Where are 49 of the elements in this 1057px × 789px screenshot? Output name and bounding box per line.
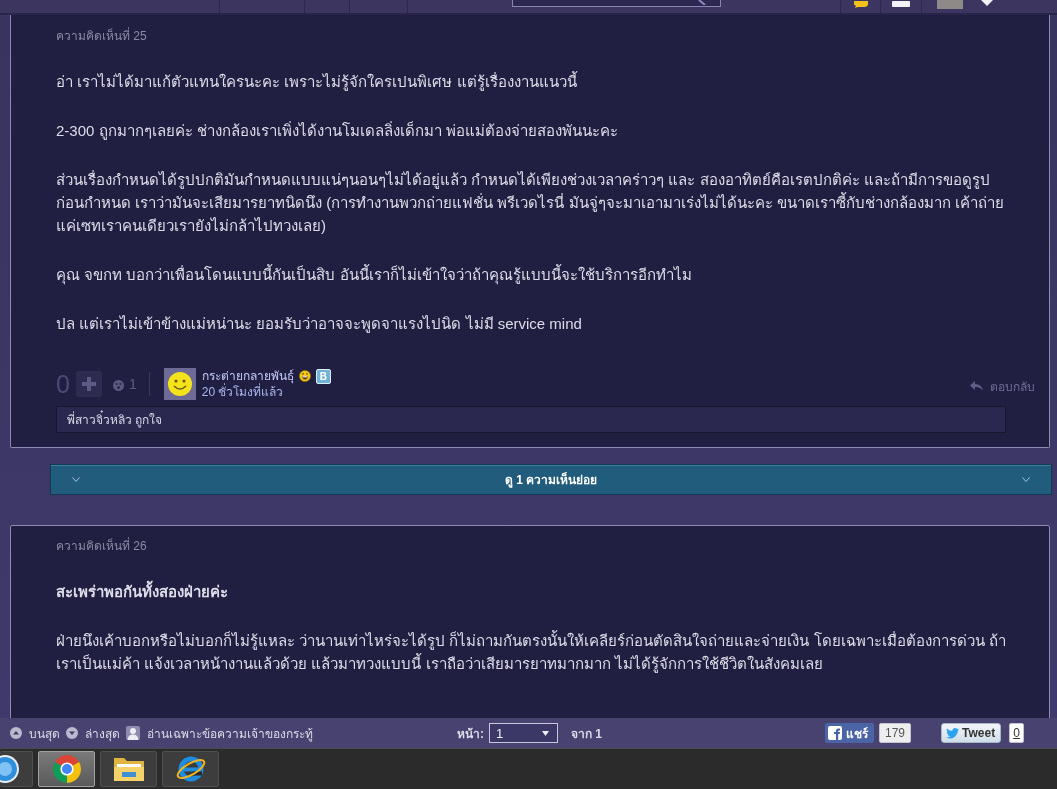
disc-icon bbox=[0, 754, 20, 784]
author-name-link[interactable]: กระต่ายกลายพันธุ์ bbox=[201, 368, 294, 384]
share-count: 179 bbox=[879, 723, 912, 743]
reaction-note: พี่สาวจิ๋วหลิว ถูกใจ bbox=[56, 406, 1006, 433]
vote-button[interactable] bbox=[75, 371, 102, 397]
page-label: หน้า: bbox=[457, 725, 484, 743]
post-time: 20 ชั่วโมงที่แล้ว bbox=[201, 384, 284, 400]
surprised-face-icon[interactable] bbox=[112, 379, 124, 391]
comment-paragraph: 2-300 ถูกมากๆเลยค่ะ ช่างกล้องเราเพิ่งได้งานโมเดลลิ่งเด็กมา พ่อแม่ต้องจ่ายสองพันนะคะ bbox=[56, 120, 619, 142]
comment-paragraph: อ่า เราไม่ได้มาแก้ตัวแทนใครนะคะ เพราะไม่รู้จักใครเปนพิเศษ แต่รู้เรื่องงานแนวนี้ bbox=[56, 70, 579, 93]
comment-paragraph: คุณ จขกท บอกว่าเพื่อนโดนแบบนี้กันเป็นสิบ อันนี้เราก็ไม่เข้าใจว่าถ้าคุณรู้แบบนี้จะใช้บริการอีกทำไม bbox=[56, 263, 693, 286]
search-field[interactable] bbox=[512, 0, 721, 7]
person-icon bbox=[126, 726, 140, 740]
caret-icon[interactable] bbox=[981, 0, 993, 6]
bird-icon bbox=[946, 727, 960, 739]
taskbar-app-button[interactable] bbox=[0, 751, 33, 787]
comment-paragraph: ฝ่ายนึงเค้าบอกหรือไม่บอกก็ไม่รู้แหละ ว่านานเท่าไหร่จะได้รูป ก็ไม่ถามกันตรงนั้นให้เคลียร์ก่อนตัดสินใจถ่ายและจ่ายเงิน โดยเฉพาะเมื่อต้องการด่วน ถ้าเราเป็นแม่ค้า แจ้งเวลาหน้างานแล้วด้วย แล้วมาทวงแบบนี้ เราถือว่าเสียมารยาทมากมาก ไม่ได้รู้จักการใช้ชีวิตในสังคมเลย bbox=[56, 629, 1006, 675]
comment-paragraph: ปล แต่เราไม่เข้าข้างแม่หน่านะ ยอมรับว่าอาจจะพูดจาแรงไปนิด ไม่มี service mind bbox=[56, 314, 583, 335]
owner-posts-link[interactable]: อ่านเฉพาะข้อความเจ้าของกระทู้ bbox=[126, 723, 313, 743]
view-replies-button[interactable]: ดู 1 ความเห็นย่อย bbox=[50, 464, 1052, 495]
share-button[interactable]: แชร์ bbox=[825, 723, 874, 743]
speech-bubble-icon[interactable] bbox=[853, 1, 868, 8]
tweet-count: 0 bbox=[1009, 723, 1024, 743]
share-logo-icon bbox=[828, 726, 842, 740]
taskbar-app-button[interactable] bbox=[100, 751, 157, 787]
page-total: จาก 1 bbox=[571, 725, 602, 743]
folder-icon bbox=[112, 755, 145, 783]
comment-paragraph: ส่วนเรื่องกำหนดได้รูปปกติมันกำหนดแบบแน่ๆนอนๆไม่ได้อยู่แล้ว กำหนดได้เพียงช่วงเวลาคร่าวๆ และ สองอาทิตย์คือเรตปกติค่ะ และถ้ามีการขอดูรูปก่อนกำหนด เราว่ามันจะเสียมารยาทนิดนึง (การทำงานพวกถ่ายแฟชั่น พรีเวดไรนี่ มันจู่ๆจะมาเอามาเร่งไม่ได้นะคะ ขนาดเราซี้กับช่างกล้องมาก เค้าถ่ายแค่เซทเราคนเดียวเรายังไม่กล้าไปทวงเลย) bbox=[56, 169, 1005, 236]
taskbar-app-button[interactable] bbox=[38, 751, 95, 787]
scroll-top-link[interactable]: บนสุด bbox=[10, 723, 60, 743]
reply-arrow-icon bbox=[970, 381, 983, 391]
caret-icon bbox=[542, 730, 549, 736]
comment-number: ความคิดเห็นที่ 26 bbox=[56, 538, 148, 554]
user-badge: B bbox=[315, 368, 331, 384]
tweet-button[interactable]: Tweet bbox=[941, 723, 1002, 743]
chevron-down-icon bbox=[72, 477, 80, 482]
chevron-down-icon bbox=[1022, 477, 1030, 482]
taskbar-app-button[interactable] bbox=[162, 751, 219, 787]
comment-paragraph: สะเพร่าพอกันทั้งสองฝ่ายค่ะ bbox=[56, 580, 1006, 603]
search-icon bbox=[698, 0, 706, 5]
smiley-avatar-icon[interactable] bbox=[163, 368, 196, 400]
browser-icon bbox=[51, 754, 82, 784]
page-select[interactable]: 1 bbox=[489, 723, 558, 743]
browser-icon bbox=[174, 754, 207, 784]
grin-emoji-icon bbox=[298, 370, 311, 382]
scroll-bottom-link[interactable]: ล่างสุด bbox=[66, 723, 120, 743]
plus-icon bbox=[81, 377, 96, 391]
emotion-count: 1 bbox=[128, 376, 137, 392]
comment-number: ความคิดเห็นที่ 25 bbox=[56, 28, 148, 44]
